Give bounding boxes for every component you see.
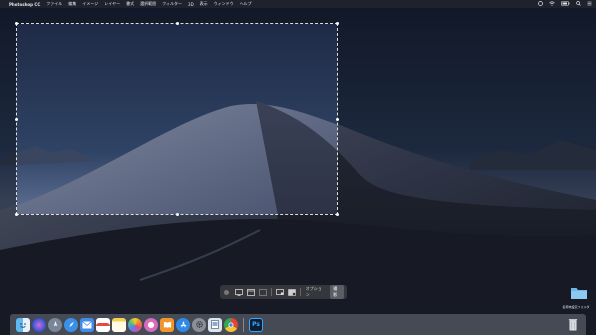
selection-handle-left[interactable] [15, 118, 18, 121]
menu-view[interactable]: 表示 [200, 1, 208, 7]
books-icon[interactable] [160, 317, 174, 332]
menu-3d[interactable]: 3D [188, 2, 194, 7]
menu-filter[interactable]: フィルター [162, 1, 182, 7]
itunes-icon[interactable] [144, 317, 158, 332]
siri-icon[interactable] [32, 317, 46, 332]
capture-selection[interactable] [16, 23, 338, 215]
menu-file[interactable]: ファイル [46, 1, 62, 7]
selection-handle-bottom-left[interactable] [15, 213, 18, 216]
app-store-icon[interactable] [176, 317, 190, 332]
selection-handle-bottom[interactable] [176, 213, 179, 216]
menu-window[interactable]: ウィンドウ [214, 1, 234, 7]
menu-bar: Photoshop CC ファイル 編集 イメージ レイヤー 書式 選択範囲 フ… [0, 0, 596, 8]
capture-button[interactable]: 撮影 [330, 285, 344, 299]
wifi-icon[interactable] [549, 1, 555, 7]
safari-icon[interactable] [64, 317, 78, 332]
notes-icon[interactable] [112, 317, 126, 332]
mail-icon[interactable] [80, 317, 94, 332]
folder-icon [571, 288, 587, 299]
dock: Ps [10, 314, 586, 335]
desktop-folder[interactable]: 名称未設定フォルダ [562, 285, 592, 309]
finder-icon[interactable] [16, 317, 30, 332]
folder-label: 名称未設定フォルダ [562, 305, 590, 309]
selection-handle-bottom-right[interactable] [336, 213, 339, 216]
preview-icon[interactable] [208, 317, 222, 332]
menu-help[interactable]: ヘルプ [240, 1, 252, 7]
selection-icon [258, 288, 267, 296]
app-menu[interactable]: Photoshop CC [9, 2, 40, 7]
chrome-icon[interactable] [224, 317, 238, 332]
capture-selection-button[interactable] [258, 288, 267, 296]
capture-window-button[interactable] [246, 288, 255, 296]
close-toolbar-button[interactable] [223, 288, 231, 296]
record-screen-icon [275, 288, 284, 295]
options-button[interactable]: オプション [305, 286, 326, 298]
notification-center-icon[interactable] [587, 1, 592, 7]
system-preferences-icon[interactable] [192, 317, 206, 332]
dock-separator [243, 317, 244, 332]
window-icon [246, 288, 255, 296]
menu-edit[interactable]: 編集 [68, 1, 76, 7]
menu-image[interactable]: イメージ [82, 1, 98, 7]
screenshot-toolbar: オプション 撮影 [220, 285, 347, 299]
adobe-cc-icon[interactable] [538, 1, 543, 7]
record-selection-button[interactable] [288, 288, 296, 296]
record-selection-icon [288, 288, 296, 296]
battery-icon[interactable] [561, 1, 570, 7]
photos-icon[interactable] [128, 317, 142, 332]
launchpad-icon[interactable] [48, 317, 62, 332]
menu-layer[interactable]: レイヤー [104, 1, 120, 7]
selection-handle-right[interactable] [336, 118, 339, 121]
selection-handle-top-right[interactable] [336, 22, 339, 25]
menu-select[interactable]: 選択範囲 [140, 1, 156, 7]
calendar-icon[interactable] [96, 317, 110, 332]
close-icon [224, 289, 230, 295]
selection-handle-top[interactable] [176, 22, 179, 25]
toolbar-divider [299, 288, 301, 296]
trash-icon[interactable] [566, 318, 580, 332]
capture-entire-screen-button[interactable] [234, 288, 243, 296]
toolbar-divider [270, 288, 272, 296]
photoshop-icon[interactable]: Ps [249, 317, 263, 332]
entire-screen-icon [234, 288, 243, 296]
spotlight-icon[interactable] [576, 1, 581, 7]
record-entire-screen-button[interactable] [275, 288, 284, 296]
menu-type[interactable]: 書式 [126, 1, 134, 7]
selection-handle-top-left[interactable] [15, 22, 18, 25]
